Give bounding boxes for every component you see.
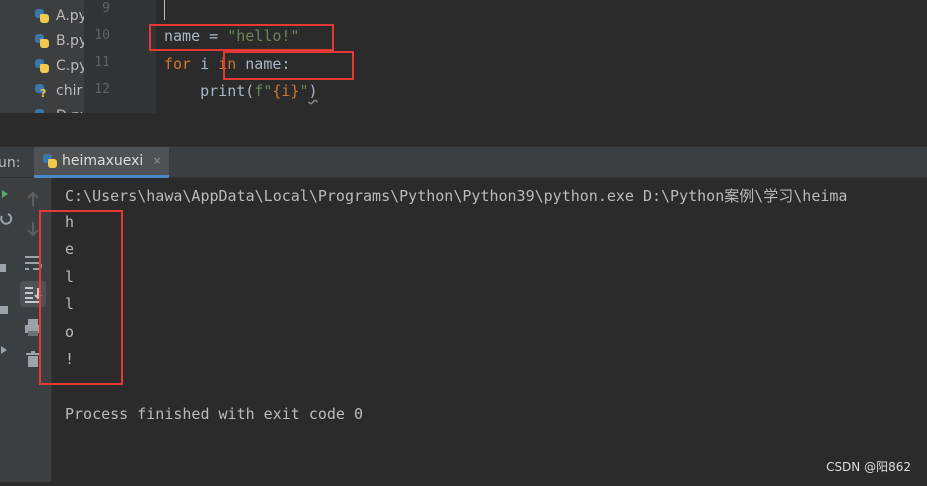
tree-item-label: chir: [56, 83, 83, 99]
code-fstring-prefix: f": [254, 82, 273, 100]
annotation-box-output: [39, 210, 123, 385]
console-exit-message: Process finished with exit code 0: [65, 405, 364, 423]
run-tab-label: heimaxuexi: [62, 153, 144, 169]
tree-item-label: A.py: [56, 8, 84, 24]
python-file-icon: [34, 58, 50, 74]
rerun-icon[interactable]: [2, 190, 8, 198]
run-window-label: un:: [0, 155, 21, 171]
editor-gutter: 9 10 11 12: [84, 0, 156, 113]
annotation-box-in-name: [223, 51, 354, 80]
code-paren: ): [308, 82, 318, 100]
tree-item-label: C.py: [56, 58, 84, 74]
tree-item-chir[interactable]: ? chir: [34, 80, 82, 102]
stop-icon[interactable]: [0, 264, 6, 272]
text-caret: [164, 0, 165, 20]
code-loop-var: i: [191, 55, 219, 73]
editor-bottom-area: [0, 113, 927, 146]
run-tab-heimaxuexi[interactable]: heimaxuexi ×: [34, 147, 170, 178]
code-function: print(: [200, 82, 255, 100]
line-number: 10: [94, 28, 110, 43]
python-file-icon: [34, 33, 50, 49]
tree-item-b-py[interactable]: B.py: [34, 30, 84, 52]
code-fstring-suffix: ": [299, 82, 309, 100]
pin-icon[interactable]: [1, 346, 7, 354]
restart-icon[interactable]: [0, 213, 13, 225]
annotation-box-assignment: [149, 24, 334, 51]
tree-item-c-py[interactable]: C.py: [34, 55, 84, 77]
layout-icon[interactable]: [0, 306, 8, 314]
code-line-12: print(f"{i}"): [164, 82, 318, 100]
left-side-strip: [0, 178, 14, 482]
code-fstring-expr: {i}: [272, 82, 300, 100]
console-command-line: C:\Users\hawa\AppData\Local\Programs\Pyt…: [65, 187, 848, 205]
tree-item-a-py[interactable]: A.py: [34, 5, 84, 27]
line-number: 11: [94, 55, 110, 70]
close-icon[interactable]: ×: [153, 154, 161, 169]
unknown-file-icon: ?: [34, 83, 50, 99]
tree-item-label: B.py: [56, 33, 84, 49]
python-file-icon: [34, 8, 50, 24]
run-tool-window-header: un: heimaxuexi ×: [0, 146, 927, 178]
watermark: CSDN @阳862: [826, 460, 911, 474]
python-icon: [42, 153, 58, 169]
code-keyword-for: for: [164, 55, 192, 73]
line-number: 12: [94, 82, 110, 97]
run-console[interactable]: C:\Users\hawa\AppData\Local\Programs\Pyt…: [52, 178, 927, 482]
arrow-up-icon[interactable]: [20, 186, 46, 212]
line-number: 9: [102, 1, 110, 16]
side-strip-icons: [0, 190, 13, 354]
